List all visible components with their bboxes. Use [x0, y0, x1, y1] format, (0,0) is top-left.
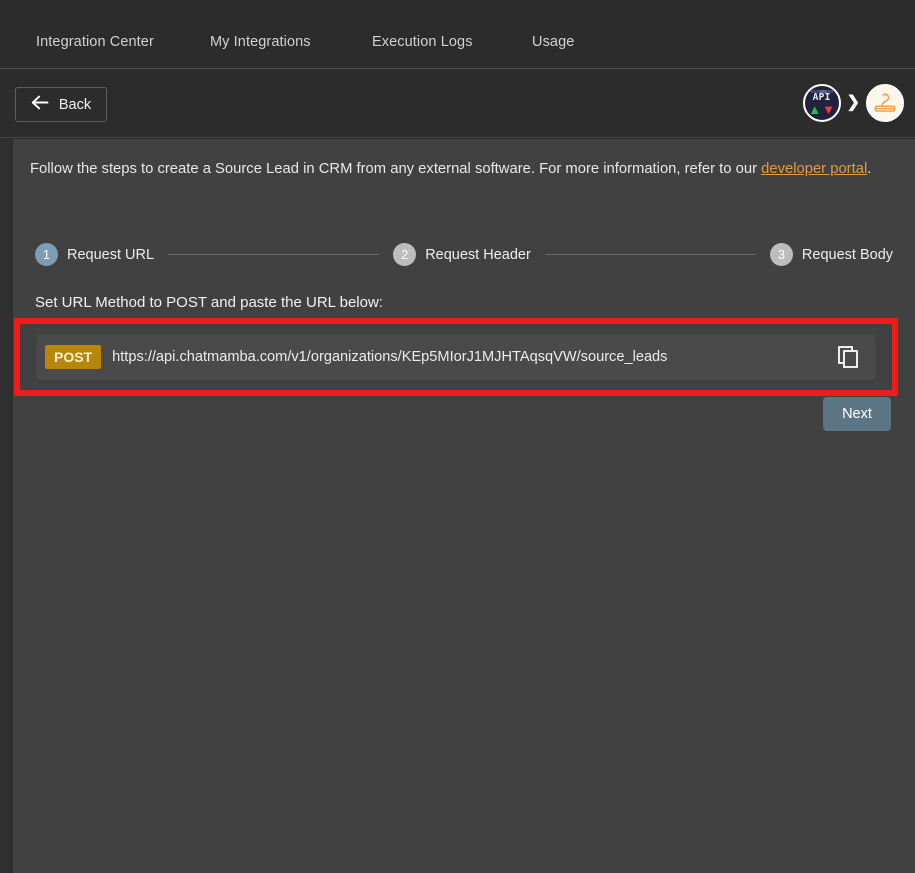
tab-integration-center[interactable]: Integration Center	[36, 34, 210, 50]
developer-portal-link[interactable]: developer portal	[761, 161, 867, 177]
arrow-up-icon: ▲	[808, 102, 822, 118]
step-1-label: Request URL	[67, 246, 155, 263]
back-button[interactable]: Back	[15, 87, 107, 122]
instruction-text: Set URL Method to POST and paste the URL…	[35, 294, 383, 311]
intro-text-after: .	[867, 161, 872, 177]
tab-execution-logs[interactable]: Execution Logs	[372, 34, 532, 50]
step-request-body[interactable]: 3 Request Body	[769, 243, 894, 266]
api-badge-label: API	[812, 91, 831, 103]
api-transfer-arrows: ▲ ▼	[808, 103, 835, 116]
chevron-right-icon: ❯	[846, 94, 860, 111]
intro-paragraph: Follow the steps to create a Source Lead…	[30, 157, 880, 181]
http-method-badge[interactable]: POST	[45, 344, 102, 370]
arrow-left-icon	[31, 95, 50, 115]
step-connector-1	[168, 254, 380, 255]
request-url-value[interactable]: https://api.chatmamba.com/v1/organizatio…	[112, 349, 833, 365]
left-rail	[0, 139, 13, 873]
back-button-label: Back	[58, 96, 92, 113]
arrow-down-icon: ▼	[822, 102, 835, 118]
tab-usage[interactable]: Usage	[532, 34, 612, 50]
main-content-panel: Follow the steps to create a Source Lead…	[13, 139, 915, 873]
top-navigation-bar: Integration Center My Integrations Execu…	[0, 0, 915, 69]
api-badge-titlebar	[810, 90, 833, 93]
next-button[interactable]: Next	[823, 397, 891, 431]
copy-icon	[837, 346, 858, 368]
step-3-label: Request Body	[801, 246, 894, 263]
mamba-snake-logo-icon	[866, 84, 904, 122]
step-2-number: 2	[393, 243, 417, 266]
request-url-row: POST https://api.chatmamba.com/v1/organi…	[36, 334, 876, 380]
copy-url-button[interactable]	[833, 342, 863, 372]
sub-header-bar	[0, 69, 915, 138]
integration-brand-pair: API ▲ ▼ ❯	[802, 84, 904, 122]
step-request-header[interactable]: 2 Request Header	[393, 243, 531, 266]
tab-my-integrations[interactable]: My Integrations	[210, 34, 372, 50]
step-3-number: 3	[769, 243, 793, 266]
intro-text-before: Follow the steps to create a Source Lead…	[30, 161, 762, 177]
step-1-number: 1	[35, 243, 58, 266]
step-request-url[interactable]: 1 Request URL	[35, 243, 154, 266]
api-badge-icon: API ▲ ▼	[802, 84, 841, 122]
step-connector-2	[544, 254, 756, 255]
stepper: 1 Request URL 2 Request Header 3 Request…	[35, 243, 893, 266]
top-navigation-tabs: Integration Center My Integrations Execu…	[36, 34, 612, 50]
step-2-label: Request Header	[425, 246, 531, 263]
